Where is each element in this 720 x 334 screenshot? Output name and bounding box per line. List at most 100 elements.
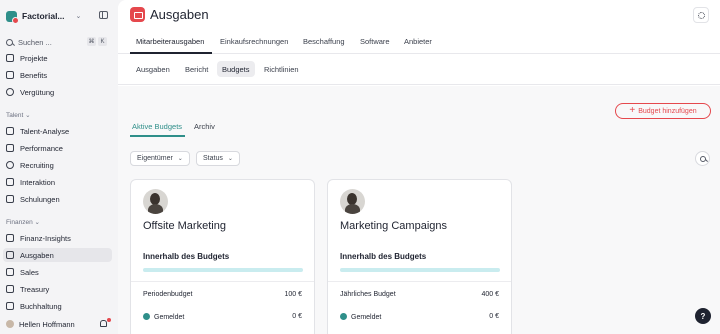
sidebar-item-label: Treasury [20,284,50,294]
filter-eigentuemer[interactable]: Eigentümer ⌄ [130,151,190,166]
reported-row: Gemeldet [340,313,381,321]
tab-mitarbeiterausgaben[interactable]: Mitarbeiterausgaben [136,37,204,46]
sidebar-item-benefits[interactable]: Benefits [6,68,112,82]
budget-status: Innerhalb des Budgets [340,252,427,261]
tag-icon [6,268,14,276]
sidebar-item-label: Sales [20,267,39,277]
sidebar-item-verguetung[interactable]: Vergütung [6,85,112,99]
avatar [340,189,365,214]
budget-card[interactable]: Offsite Marketing Innerhalb des Budgets … [130,179,315,334]
divider [131,281,314,282]
section-talent[interactable]: Talent ⌄ [6,111,31,119]
sidebar-item-label: Performance [20,143,63,153]
main-tabs: Mitarbeiterausgaben Einkaufsrechnungen B… [118,30,720,54]
magnifier-person-icon [6,161,14,169]
budget-period-label: Jährliches Budget [340,291,396,298]
reported-value: 0 € [292,313,302,320]
tab-software[interactable]: Software [360,37,390,46]
tab-aktive-budgets[interactable]: Aktive Budgets [132,122,182,131]
wallet-icon [6,251,14,259]
chevron-down-icon: ⌄ [177,156,183,162]
sidebar-item-label: Talent-Analyse [20,126,70,136]
org-name: Factorial... [22,11,65,21]
user-name: Hellen Hoffmann [19,319,75,329]
sidebar-item-label: Schulungen [20,194,60,204]
tab-einkaufsrechnungen[interactable]: Einkaufsrechnungen [220,37,288,46]
tab-anbieter[interactable]: Anbieter [404,37,432,46]
sidebar-item-interaktion[interactable]: Interaktion [6,175,112,189]
section-finanzen[interactable]: Finanzen ⌄ [6,218,40,226]
avatar [6,320,14,328]
budget-progress-bar [340,268,500,272]
reported-label: Gemeldet [154,314,185,321]
budget-period-value: 100 € [284,291,302,298]
tab-richtlinien[interactable]: Richtlinien [259,61,304,77]
reported-row: Gemeldet [143,313,184,321]
sidebar-item-projekte[interactable]: Projekte [6,51,112,65]
sidebar-item-schulungen[interactable]: Schulungen [6,192,112,206]
reported-value: 0 € [489,313,499,320]
shortcut-cmd-key: ⌘ [87,37,96,46]
chevron-down-icon: ⌄ [227,156,233,162]
budgets-content: + Budget hinzufügen Aktive Budgets Archi… [118,86,720,334]
folder-icon [6,54,14,62]
avatar [143,189,168,214]
bank-icon [6,285,14,293]
bell-icon[interactable] [100,320,107,327]
sub-tabs: Ausgaben Bericht Budgets Richtlinien [118,55,720,85]
budget-title: Marketing Campaigns [340,220,447,232]
sidebar-item-label: Recruiting [20,160,54,170]
filter-label: Eigentümer [137,155,173,162]
sidebar-item-label: Ausgaben [20,250,54,260]
sidebar-item-talent-analyse[interactable]: Talent-Analyse [6,124,112,138]
divider [328,281,511,282]
help-button[interactable]: ? [695,308,711,324]
sidebar-search[interactable]: Suchen ... ⌘ K [6,35,108,49]
search-button[interactable] [695,151,710,166]
ledger-icon [6,302,14,310]
active-tab-indicator [130,52,212,54]
settings-button[interactable] [693,7,709,23]
tab-beschaffung[interactable]: Beschaffung [303,37,345,46]
search-icon [6,38,13,46]
sidebar-item-recruiting[interactable]: Recruiting [6,158,112,172]
sidebar-item-finanz-insights[interactable]: Finanz-Insights [6,231,112,245]
sidebar-item-label: Finanz-Insights [20,233,71,243]
reported-label: Gemeldet [351,314,382,321]
add-budget-button[interactable]: + Budget hinzufügen [615,103,711,119]
chevron-down-icon: ⌄ [75,13,82,20]
budget-period-value: 400 € [481,291,499,298]
sidebar-item-sales[interactable]: Sales [6,265,112,279]
page-title: Ausgaben [150,7,209,22]
budget-card[interactable]: Marketing Campaigns Innerhalb des Budget… [327,179,512,334]
tab-budgets[interactable]: Budgets [217,61,255,77]
sidebar-item-treasury[interactable]: Treasury [6,282,112,296]
budget-period-label: Periodenbudget [143,291,193,298]
sidebar-item-label: Interaktion [20,177,56,187]
sidebar: Factorial... ⌄ Suchen ... ⌘ K Projekte B… [0,0,118,334]
sidebar-item-performance[interactable]: Performance [6,141,112,155]
trend-icon [6,144,14,152]
plus-icon: + [629,105,636,116]
insights-icon [6,234,14,242]
user-menu[interactable]: Hellen Hoffmann [6,318,112,330]
notification-dot [107,318,111,322]
search-icon [699,155,706,162]
gift-icon [6,71,14,79]
add-budget-label: Budget hinzufügen [638,107,697,115]
tab-archiv[interactable]: Archiv [194,122,215,131]
gear-icon [697,11,705,19]
tab-ausgaben[interactable]: Ausgaben [131,61,175,77]
filter-label: Status [203,155,223,162]
sidebar-item-ausgaben[interactable]: Ausgaben [3,248,112,262]
tab-bericht[interactable]: Bericht [180,61,213,77]
factorial-logo-icon [6,10,19,24]
active-tab-indicator [130,135,185,137]
sidebar-toggle-icon[interactable] [99,11,108,19]
search-placeholder: Suchen ... [18,37,52,47]
org-switcher[interactable]: Factorial... ⌄ [6,8,112,24]
sidebar-item-label: Vergütung [20,87,55,97]
filter-status[interactable]: Status ⌄ [196,151,240,166]
graduation-icon [6,195,14,203]
sidebar-item-buchhaltung[interactable]: Buchhaltung [6,299,112,313]
